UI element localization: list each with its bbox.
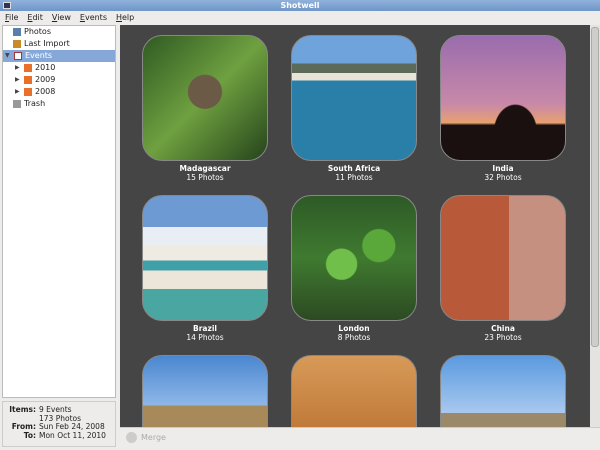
event-thumbnail[interactable] <box>291 195 417 321</box>
event-name: India <box>492 164 514 173</box>
event-thumbnail[interactable] <box>440 195 566 321</box>
items-label: Items: <box>9 405 36 414</box>
sidebar-item-2008[interactable]: ▶ 2008 <box>3 86 115 98</box>
event-thumbnail[interactable] <box>291 355 417 427</box>
event-thumbnail[interactable] <box>142 35 268 161</box>
import-icon <box>13 40 21 48</box>
event-grid: Madagascar 15 Photos South Africa 11 Photos… <box>120 25 590 427</box>
label: Last Import <box>24 39 70 48</box>
event-count: 23 Photos <box>484 333 522 342</box>
event-name: Madagascar <box>179 164 231 173</box>
event-name: China <box>491 324 515 333</box>
event-count: 8 Photos <box>337 333 371 342</box>
merge-button[interactable]: Merge <box>141 428 166 448</box>
label: 2009 <box>35 75 56 84</box>
sidebar-item-trash[interactable]: Trash <box>3 98 115 110</box>
event-card[interactable]: Madagascar 15 Photos <box>142 35 268 182</box>
label: Trash <box>24 99 46 108</box>
event-card[interactable]: India 32 Photos <box>440 35 566 182</box>
window-title: Shotwell <box>280 1 320 10</box>
scrollbar-thumb[interactable] <box>591 27 599 347</box>
event-name: Brazil <box>193 324 217 333</box>
photos-icon <box>13 28 21 36</box>
event-card[interactable]: Brazil 14 Photos <box>142 195 268 342</box>
sidebar: Photos Last Import ▼ Events ▶ 2010 ▶ 2009 ▶… <box>2 25 116 398</box>
event-thumbnail[interactable] <box>440 35 566 161</box>
event-name: London <box>338 324 370 333</box>
event-count: 32 Photos <box>484 173 522 182</box>
event-card[interactable]: London 8 Photos <box>291 195 417 342</box>
sidebar-item-2010[interactable]: ▶ 2010 <box>3 62 115 74</box>
info-panel: Items: 9 Events 173 Photos From: Sun Feb 2… <box>2 401 116 447</box>
event-count: 15 Photos <box>186 173 224 182</box>
to-label: To: <box>23 430 36 440</box>
merge-icon <box>126 432 137 443</box>
events-icon <box>14 52 22 60</box>
trash-icon <box>13 100 21 108</box>
sidebar-item-photos[interactable]: Photos <box>3 26 115 38</box>
menu-bar: File Edit View Events Help <box>0 11 600 25</box>
label: Photos <box>24 27 51 36</box>
sidebar-item-last-import[interactable]: Last Import <box>3 38 115 50</box>
event-count: 11 Photos <box>335 173 373 182</box>
menu-events[interactable]: Events <box>80 11 107 25</box>
expander-icon[interactable]: ▶ <box>15 62 21 74</box>
event-thumbnail[interactable] <box>440 355 566 427</box>
folder-icon <box>24 88 32 96</box>
event-thumbnail[interactable] <box>142 195 268 321</box>
label: 2010 <box>35 63 56 72</box>
event-card[interactable] <box>440 355 566 427</box>
expander-open-icon[interactable]: ▼ <box>5 50 11 62</box>
folder-icon <box>24 76 32 84</box>
toolbar: Merge <box>120 427 600 447</box>
event-card[interactable]: South Africa 11 Photos <box>291 35 417 182</box>
event-thumbnail[interactable] <box>142 355 268 427</box>
event-card[interactable] <box>291 355 417 427</box>
menu-help[interactable]: Help <box>116 11 134 25</box>
menu-file[interactable]: File <box>5 11 18 25</box>
menu-edit[interactable]: Edit <box>27 11 43 25</box>
sidebar-item-events[interactable]: ▼ Events <box>3 50 115 62</box>
label: Events <box>25 51 53 60</box>
expander-icon[interactable]: ▶ <box>15 86 21 98</box>
event-thumbnail[interactable] <box>291 35 417 161</box>
menu-view[interactable]: View <box>52 11 71 25</box>
title-bar: Shotwell <box>0 0 600 11</box>
app-icon <box>3 2 11 9</box>
expander-icon[interactable]: ▶ <box>15 74 21 86</box>
scrollbar[interactable] <box>590 25 600 427</box>
to-value: Mon Oct 11, 2010 <box>39 430 106 440</box>
label: 2008 <box>35 87 56 96</box>
event-count: 14 Photos <box>186 333 224 342</box>
sidebar-item-2009[interactable]: ▶ 2009 <box>3 74 115 86</box>
event-name: South Africa <box>327 164 381 173</box>
event-card[interactable] <box>142 355 268 427</box>
event-card[interactable]: China 23 Photos <box>440 195 566 342</box>
folder-icon <box>24 64 32 72</box>
